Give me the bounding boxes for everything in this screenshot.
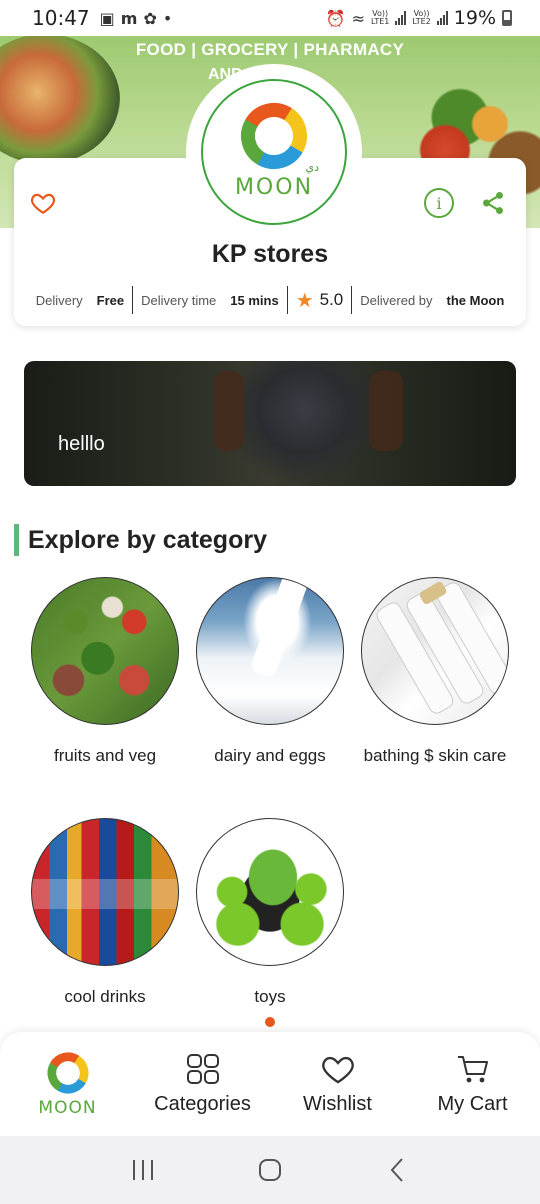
home-button[interactable]	[250, 1150, 290, 1190]
alarm-icon: ⏰	[325, 8, 346, 28]
category-item[interactable]: cool drinks	[25, 818, 185, 1010]
battery-icon	[502, 10, 512, 26]
wifi-icon: ≈	[351, 8, 365, 28]
status-bar: 10:47 ▣ m ✿ • ⏰ ≈ Vo)) LTE1 Vo)) LTE2 19%	[0, 0, 540, 36]
app-screen: 10:47 ▣ m ✿ • ⏰ ≈ Vo)) LTE1 Vo)) LTE2 19% …	[0, 0, 540, 1204]
delivered-by-label: Delivered by	[360, 292, 433, 308]
category-item[interactable]: toys	[190, 818, 350, 1010]
carousel-page-indicator	[265, 1017, 275, 1027]
lte1-label: Vo)) LTE1	[370, 9, 390, 26]
delivery-label: Delivery	[35, 292, 83, 308]
gallery-icon: ▣	[99, 8, 115, 28]
category-label: fruits and veg	[53, 746, 157, 765]
nav-cart[interactable]: My Cart	[405, 1032, 540, 1136]
notification-icons: ▣ m ✿ •	[100, 9, 173, 28]
store-rating: 5.0	[319, 290, 344, 309]
category-label: cool drinks	[64, 987, 146, 1006]
nav-categories[interactable]: Categories	[135, 1032, 270, 1136]
category-label: dairy and eggs	[214, 746, 326, 765]
soda-bottles-image	[31, 818, 179, 966]
recent-apps-button[interactable]	[123, 1150, 163, 1190]
delivery-time-value: 15 mins	[230, 292, 279, 308]
home-logo-text: MOON	[38, 1098, 97, 1118]
home-logo: MOON	[38, 1050, 96, 1118]
battery-percent: 19%	[453, 7, 496, 29]
vegetables-image	[31, 577, 179, 725]
promo-banner[interactable]: helllo	[24, 361, 516, 486]
system-status: ⏰ ≈ Vo)) LTE1 Vo)) LTE2 19%	[326, 7, 512, 29]
signal-2-icon	[436, 11, 448, 25]
gmail-icon: m	[120, 8, 138, 28]
status-time: 10:47	[32, 6, 90, 30]
bottom-navigation: MOON Categories Wishlist My Cart	[0, 1032, 540, 1136]
category-item[interactable]: dairy and eggs	[190, 577, 350, 769]
promo-image-detail	[369, 371, 403, 451]
lte2-label: Vo)) LTE2	[412, 9, 431, 26]
moon-logo-icon	[46, 1052, 89, 1094]
store-meta-row: Delivery Free Delivery time 15 mins ★ 5.…	[14, 286, 526, 314]
logo-wordmark: MOON	[234, 174, 314, 200]
recent-apps-icon	[133, 1160, 154, 1180]
banner-headline: FOOD | GROCERY | PHARMACY	[135, 40, 405, 59]
more-notifications-icon: •	[162, 8, 173, 28]
back-icon	[390, 1158, 403, 1182]
nav-categories-label: Categories	[154, 1092, 251, 1115]
store-name: KP stores	[211, 240, 329, 268]
favorite-heart-icon[interactable]	[30, 190, 56, 216]
star-icon: ★	[295, 289, 314, 312]
signal-1-icon	[395, 11, 407, 25]
logo-ring: MOON دي	[201, 79, 347, 225]
nav-home[interactable]: MOON	[0, 1032, 135, 1136]
store-logo: MOON دي	[186, 64, 362, 240]
toy-truck-image	[196, 818, 344, 966]
system-navigation-bar	[0, 1136, 540, 1204]
promo-image	[224, 361, 384, 486]
app-notification-icon: ✿	[143, 8, 157, 28]
info-icon[interactable]: i	[424, 188, 454, 218]
meta-divider	[132, 286, 134, 314]
moon-logo-icon	[241, 102, 307, 169]
promo-image-detail	[214, 371, 244, 451]
logo-arabic-text: دي	[305, 161, 319, 174]
delivered-by-value: the Moon	[446, 292, 505, 308]
category-item[interactable]: fruits and veg	[25, 577, 185, 769]
category-label: bathing $ skin care	[363, 746, 507, 765]
milk-image	[196, 577, 344, 725]
nav-wishlist-label: Wishlist	[303, 1092, 372, 1115]
delivery-value: Free	[96, 292, 125, 308]
promo-caption: helllo	[58, 433, 105, 455]
heart-icon	[321, 1056, 354, 1083]
delivery-time-label: Delivery time	[141, 292, 217, 308]
category-item[interactable]: bathing $ skin care	[355, 577, 515, 769]
nav-cart-label: My Cart	[437, 1092, 508, 1115]
share-icon[interactable]	[480, 190, 506, 216]
meta-divider	[351, 286, 353, 314]
home-icon	[258, 1159, 281, 1181]
nav-wishlist[interactable]: Wishlist	[270, 1032, 405, 1136]
cart-icon	[457, 1055, 488, 1082]
section-accent-bar	[14, 524, 19, 556]
section-header: Explore by category	[14, 524, 267, 556]
category-label: toys	[254, 987, 286, 1006]
back-button[interactable]	[377, 1150, 417, 1190]
dove-bottles-image	[361, 577, 509, 725]
section-title: Explore by category	[28, 525, 267, 554]
grid-icon	[186, 1053, 219, 1084]
meta-divider	[286, 286, 288, 314]
